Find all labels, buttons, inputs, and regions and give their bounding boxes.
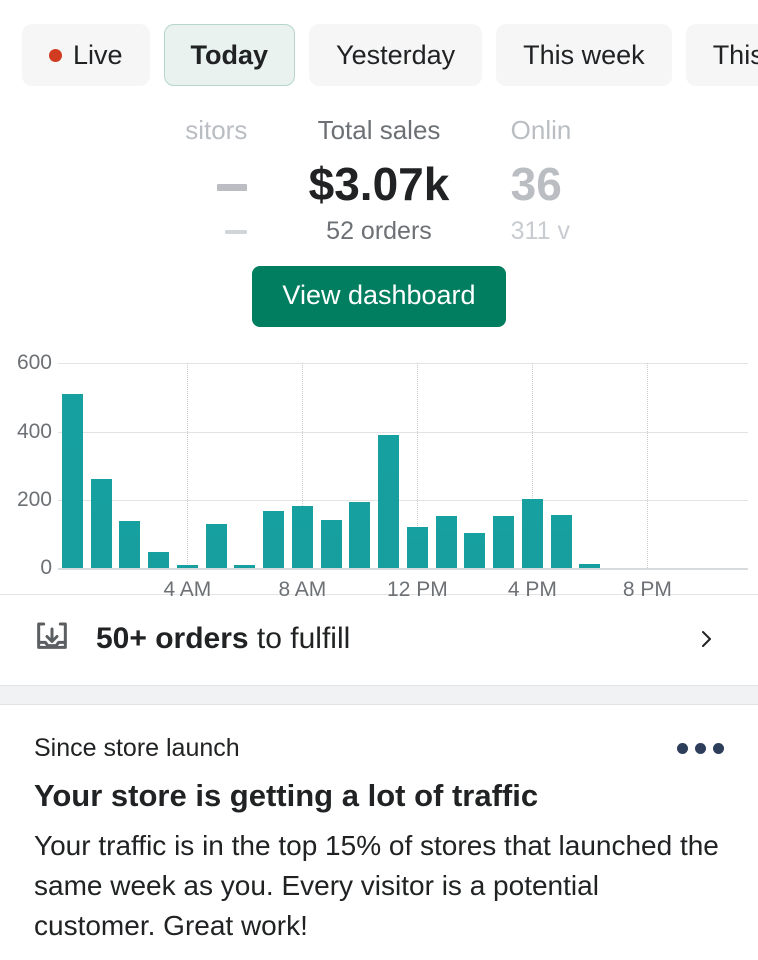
- view-dashboard-button[interactable]: View dashboard: [252, 265, 506, 328]
- x-tick-label-8-AM: 8 AM: [278, 578, 327, 602]
- chart-bar[interactable]: [176, 565, 198, 569]
- hourly-sales-chart: 0 200 400 600 4 AM 8 AM 12 PM 4 PM 8 PM: [0, 349, 758, 601]
- stat-total-sales-label: Total sales: [317, 115, 441, 145]
- tab-this-month-label: This mo: [712, 39, 758, 70]
- stat-visitors-label: sitors: [185, 115, 248, 145]
- chevron-right-icon[interactable]: [694, 627, 718, 651]
- tab-yesterday-label: Yesterday: [336, 39, 456, 70]
- insight-body: Your traffic is in the top 15% of stores…: [34, 830, 719, 941]
- placeholder-dash-small-icon: [225, 229, 248, 234]
- chart-baseline: [58, 568, 748, 571]
- insight-header: Since store launch: [34, 733, 724, 763]
- overflow-menu-icon[interactable]: [677, 733, 724, 755]
- chart-bar[interactable]: [234, 564, 256, 569]
- tray-download-icon: [32, 619, 72, 659]
- chart-bar[interactable]: [263, 510, 285, 569]
- stat-total-sales-value: $3.07k: [308, 157, 450, 210]
- tab-this-week[interactable]: This week: [496, 24, 672, 86]
- chart-bar[interactable]: [349, 502, 371, 569]
- orders-to-fulfill-text: 50+ orders to fulfill: [96, 622, 694, 656]
- stat-visitors-value: [0, 153, 248, 215]
- stat-online-store-sessions[interactable]: Onlin 36 311 v: [503, 114, 758, 246]
- tab-today[interactable]: Today: [163, 24, 296, 86]
- chart-bar[interactable]: [148, 551, 170, 569]
- chart-bar[interactable]: [435, 516, 457, 569]
- chart-bar[interactable]: [90, 479, 112, 569]
- menu-dot-2: [695, 743, 706, 755]
- tab-live-label: Live: [73, 39, 123, 70]
- tab-this-week-label: This week: [523, 39, 645, 70]
- chart-bar[interactable]: [61, 394, 83, 569]
- orders-suffix-label: to fulfill: [248, 622, 351, 656]
- summary-stats-row: sitors Total sales $3.07k 52 orders Onli…: [0, 108, 758, 246]
- live-status-dot-icon: [49, 48, 62, 62]
- stat-visitors[interactable]: sitors: [0, 114, 255, 246]
- chart-bar[interactable]: [521, 498, 543, 569]
- chart-bar[interactable]: [378, 435, 400, 569]
- y-tick-label-0: 0: [40, 556, 52, 580]
- stat-online-sub: 311 v: [510, 216, 570, 245]
- chart-bar[interactable]: [464, 533, 486, 569]
- chart-bar[interactable]: [579, 564, 601, 569]
- chart-bar[interactable]: [550, 515, 572, 569]
- tab-this-month[interactable]: This mo: [685, 24, 758, 86]
- insight-card: Since store launch Your store is getting…: [0, 705, 758, 946]
- stat-visitors-sub: [0, 217, 248, 246]
- y-tick-label-400: 400: [16, 419, 52, 443]
- chart-bar[interactable]: [119, 521, 141, 569]
- tab-live[interactable]: Live: [22, 24, 150, 86]
- stat-total-sales-orders: 52 orders: [326, 216, 432, 245]
- chart-plot-area: [58, 363, 748, 571]
- placeholder-dash-icon: [217, 183, 248, 191]
- y-tick-label-600: 600: [16, 351, 52, 375]
- x-tick-label-4-AM: 4 AM: [163, 578, 212, 602]
- y-tick-label-200: 200: [16, 487, 52, 511]
- stat-online-value: 36: [510, 157, 562, 210]
- insight-kicker: Since store launch: [34, 734, 240, 763]
- x-tick-label-8-PM: 8 PM: [622, 578, 672, 602]
- tab-yesterday[interactable]: Yesterday: [309, 24, 483, 86]
- chart-bar[interactable]: [493, 516, 515, 569]
- chart-bar[interactable]: [406, 527, 428, 569]
- chart-bar[interactable]: [320, 520, 342, 569]
- insight-title: Your store is getting a lot of traffic: [34, 778, 539, 814]
- cta-container: View dashboard: [0, 265, 758, 328]
- menu-dot-3: [713, 743, 724, 755]
- stat-total-sales[interactable]: Total sales $3.07k 52 orders: [255, 114, 502, 246]
- card-separator: [0, 685, 758, 706]
- chart-bar[interactable]: [291, 506, 313, 569]
- tab-today-label: Today: [190, 39, 269, 70]
- chart-bar[interactable]: [205, 523, 227, 569]
- chart-bars: [58, 363, 748, 569]
- time-range-tabbar: Live Today Yesterday This week This mo: [0, 0, 758, 108]
- x-tick-label-4-PM: 4 PM: [507, 578, 557, 602]
- x-tick-label-12-PM: 12 PM: [387, 578, 448, 602]
- menu-dot-1: [677, 743, 688, 755]
- orders-count-label: 50+ orders: [96, 622, 249, 656]
- stat-online-label: Onlin: [510, 115, 572, 145]
- orders-to-fulfill-row[interactable]: 50+ orders to fulfill: [0, 595, 758, 686]
